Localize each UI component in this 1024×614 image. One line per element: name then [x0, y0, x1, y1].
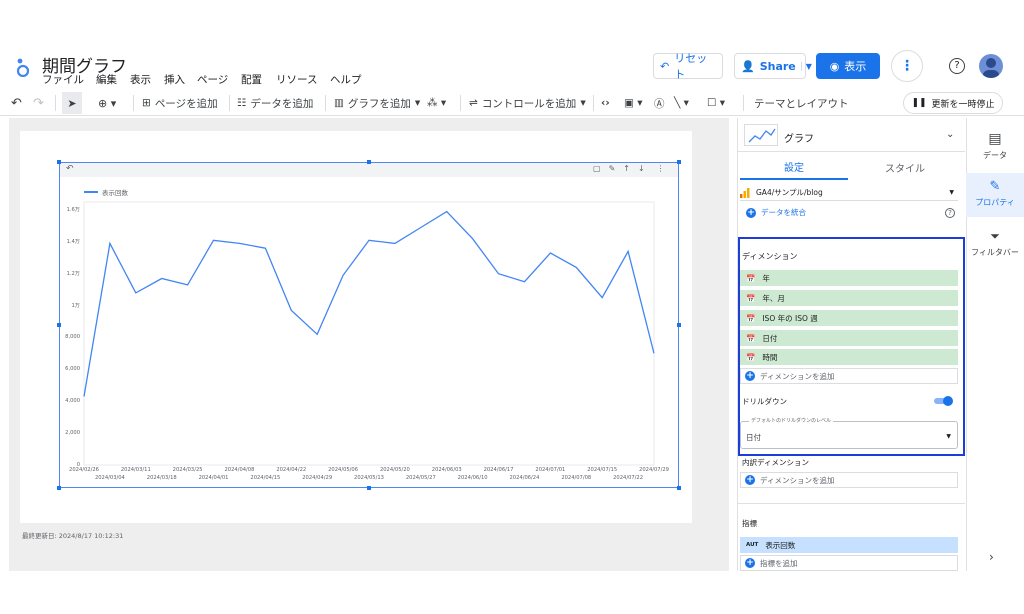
- y-tick-label: 1.6万: [66, 207, 80, 214]
- add-icon: +: [745, 371, 755, 381]
- x-tick-label: 2024/04/08: [224, 467, 255, 473]
- add-icon: +: [746, 207, 756, 218]
- drilldown-toggle[interactable]: [934, 396, 954, 406]
- add-icon: +: [745, 558, 755, 568]
- calendar-icon: 📅: [746, 313, 756, 323]
- chevron-down-icon: ▼: [949, 189, 954, 196]
- x-tick-label: 2024/07/01: [535, 467, 566, 473]
- x-tick-label: 2024/06/17: [483, 467, 514, 473]
- add-dimension-button[interactable]: + ディメンションを追加: [740, 368, 958, 384]
- tab-setup[interactable]: 設定: [740, 155, 848, 180]
- dimension-chip[interactable]: 📅 年: [740, 270, 958, 286]
- dimension-chip[interactable]: 📅 年、月: [740, 290, 958, 306]
- chevron-down-icon[interactable]: ⌄: [946, 129, 954, 140]
- datasource-select[interactable]: GA4/サンプル/blog ▼: [740, 185, 958, 201]
- x-tick-label: 2024/06/10: [457, 475, 488, 481]
- x-tick-label: 2024/04/22: [276, 467, 307, 473]
- x-tick-label: 2024/03/18: [146, 475, 177, 481]
- drill-level-caption: デフォルトのドリルダウンのレベル: [749, 417, 834, 424]
- x-tick-label: 2024/05/27: [405, 475, 436, 481]
- blend-data-button[interactable]: + データを統合: [746, 207, 806, 218]
- dimension-chip[interactable]: 📅 時間: [740, 349, 958, 365]
- drill-level-select[interactable]: デフォルトのドリルダウンのレベル 日付 ▼: [740, 417, 958, 449]
- add-breakdown-label: ディメンションを追加: [760, 475, 835, 485]
- dimension-label: 年: [762, 273, 770, 283]
- add-icon: +: [745, 475, 755, 485]
- dimension-chip[interactable]: 📅 ISO 年の ISO 週: [740, 310, 958, 326]
- dimension-chip[interactable]: 📅 日付: [740, 330, 958, 346]
- dimension-title: ディメンション: [742, 252, 798, 261]
- chart-type-label[interactable]: グラフ: [784, 130, 814, 145]
- dimension-label: 日付: [762, 333, 778, 343]
- x-tick-label: 2024/07/15: [587, 467, 618, 473]
- x-tick-label: 2024/03/25: [172, 467, 203, 473]
- x-tick-label: 2024/05/06: [328, 467, 359, 473]
- plot-area: [83, 201, 655, 466]
- rail-filter-label: フィルタバー: [971, 248, 1019, 257]
- x-tick-label: 2024/04/01: [198, 475, 229, 481]
- rail-data-label: データ: [983, 151, 1007, 160]
- rail-data[interactable]: ▤ データ: [966, 131, 1024, 161]
- add-metric-button[interactable]: + 指標を追加: [740, 555, 958, 571]
- breakdown-title: 内訳ディメンション: [742, 458, 809, 467]
- x-tick-label: 2024/07/22: [613, 475, 644, 481]
- x-tick-label: 2024/05/13: [354, 475, 384, 481]
- metric-label: 表示回数: [765, 540, 796, 550]
- pencil-icon: ✎: [989, 179, 1001, 194]
- datasource-name: GA4/サンプル/blog: [756, 188, 823, 197]
- calendar-icon: 📅: [746, 293, 756, 303]
- metric-tag: AUT: [746, 542, 759, 548]
- y-tick-label: 1.4万: [66, 239, 80, 246]
- add-breakdown-button[interactable]: + ディメンションを追加: [740, 472, 958, 488]
- filter-icon: ⏷: [990, 229, 1000, 243]
- rail-filter[interactable]: ⏷ フィルタバー: [968, 229, 1022, 258]
- metric-title: 指標: [742, 519, 757, 528]
- chevron-down-icon: ▼: [946, 433, 951, 440]
- x-tick-label: 2024/03/04: [94, 475, 125, 481]
- y-tick-label: 1万: [71, 303, 81, 310]
- x-tick-label: 2024/07/08: [561, 475, 592, 481]
- drilldown-label: ドリルダウン: [742, 397, 787, 406]
- rail-properties[interactable]: ✎ プロパティ: [966, 173, 1024, 217]
- y-tick-label: 1.2万: [66, 271, 80, 278]
- x-tick-label: 2024/02/26: [69, 467, 99, 473]
- add-metric-label: 指標を追加: [760, 558, 798, 568]
- dimension-label: 年、月: [762, 293, 785, 303]
- chart-type-icon[interactable]: [744, 124, 778, 146]
- chevron-right-icon[interactable]: ›: [989, 550, 994, 564]
- x-tick-label: 2024/07/29: [639, 467, 669, 473]
- section-divider: [737, 503, 965, 504]
- x-tick-label: 2024/03/11: [120, 467, 151, 473]
- y-tick-label: 2,000: [65, 429, 80, 436]
- metric-chip[interactable]: AUT 表示回数: [740, 537, 958, 553]
- x-tick-label: 2024/06/24: [509, 475, 540, 481]
- table-icon: ▤: [988, 131, 1002, 147]
- x-tick-label: 2024/04/15: [250, 475, 281, 481]
- rail-properties-label: プロパティ: [975, 198, 1015, 207]
- y-tick-label: 6,000: [65, 365, 80, 372]
- add-dimension-label: ディメンションを追加: [760, 371, 835, 381]
- last-updated: 最終更新日: 2024/8/17 10:12:31: [22, 532, 124, 540]
- dimension-label: ISO 年の ISO 週: [762, 313, 818, 323]
- dimension-label: 時間: [762, 352, 778, 362]
- x-tick-label: 2024/06/03: [431, 467, 462, 473]
- y-tick-label: 8,000: [65, 333, 80, 340]
- calendar-icon: 📅: [746, 273, 756, 283]
- y-tick-label: 4,000: [65, 397, 80, 404]
- x-tick-label: 2024/05/20: [379, 467, 410, 473]
- series-line[interactable]: [83, 210, 655, 397]
- help-icon[interactable]: ?: [945, 208, 955, 218]
- calendar-icon: 📅: [746, 352, 756, 362]
- drill-level-value: 日付: [746, 433, 761, 442]
- analytics-icon: [740, 187, 750, 198]
- blend-label: データを統合: [761, 208, 806, 217]
- x-tick-label: 2024/04/29: [302, 475, 333, 481]
- calendar-icon: 📅: [746, 333, 756, 343]
- tab-style[interactable]: スタイル: [850, 155, 960, 180]
